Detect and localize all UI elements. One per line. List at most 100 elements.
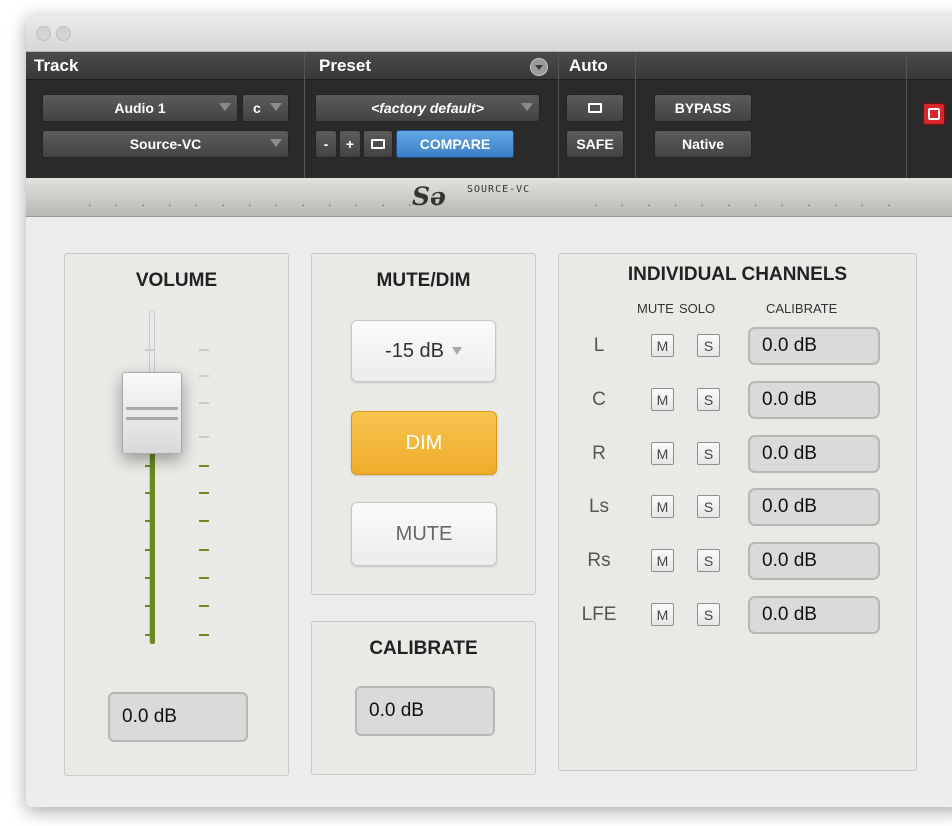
channel-label: L: [593, 335, 605, 356]
calibrate-value: 0.0 dB: [369, 700, 424, 721]
fader-tick: [199, 520, 209, 522]
volume-title: VOLUME: [135, 270, 218, 291]
minus-label: -: [323, 136, 329, 152]
bypass-column: BYPASS Native: [636, 52, 907, 178]
channel-mute-button[interactable]: M: [651, 549, 674, 572]
brand-dots-right: . . . . . . . . . . . .: [594, 195, 901, 209]
channel-solo-button[interactable]: S: [697, 388, 720, 411]
solo-column-header: SOLO: [679, 301, 716, 316]
fader-tick: [145, 349, 155, 351]
close-button[interactable]: [36, 26, 51, 41]
channel-mute-button[interactable]: M: [651, 388, 674, 411]
preset-label: Preset: [305, 52, 558, 80]
preset-menu-icon[interactable]: [530, 58, 548, 76]
brand-name: SOURCE-VC: [467, 184, 531, 195]
safe-button[interactable]: SAFE: [566, 130, 624, 158]
calibrate-title: CALIBRATE: [369, 638, 478, 659]
brand-logo: Sə: [412, 182, 446, 211]
title-bar: [26, 15, 952, 52]
fader-tick: [145, 549, 155, 551]
channel-solo-button[interactable]: S: [697, 334, 720, 357]
native-label: Native: [681, 136, 725, 152]
calibrate-column-header: CALIBRATE: [766, 301, 838, 316]
bypass-indicator-icon[interactable]: [923, 103, 945, 125]
fader-tick: [199, 436, 209, 438]
automation-button[interactable]: [566, 94, 624, 122]
fader-tick: [145, 520, 155, 522]
channel-calibrate-value: 0.0 dB: [762, 335, 817, 356]
auto-column: Auto SAFE: [559, 52, 636, 178]
channel-label: Ls: [588, 496, 610, 517]
volume-value-field[interactable]: 0.0 dB: [108, 692, 248, 742]
fader-tick: [199, 465, 209, 467]
channel-calibrate-field[interactable]: 0.0 dB: [748, 381, 880, 419]
volume-fader-knob[interactable]: [122, 372, 182, 454]
compare-button[interactable]: COMPARE: [396, 130, 514, 158]
channel-calibrate-field[interactable]: 0.0 dB: [748, 488, 880, 526]
channel-solo-button[interactable]: S: [697, 603, 720, 626]
mute-label: MUTE: [395, 522, 453, 545]
safe-label: SAFE: [576, 136, 614, 152]
mute-dim-title: MUTE/DIM: [376, 270, 471, 291]
individual-channels-title: INDIVIDUAL CHANNELS: [627, 264, 848, 285]
channel-mute-button[interactable]: M: [651, 334, 674, 357]
brand-dots-left: . . . . . . . . . . . . . .: [88, 195, 449, 209]
channel-calibrate-field[interactable]: 0.0 dB: [748, 327, 880, 365]
copy-icon: [371, 139, 385, 149]
channel-calibrate-field[interactable]: 0.0 dB: [748, 542, 880, 580]
plugin-header: Track Audio 1 c Source-VC Preset <factor…: [26, 52, 952, 178]
channel-calibrate-field[interactable]: 0.0 dB: [748, 435, 880, 473]
bypass-label: BYPASS: [674, 100, 732, 116]
next-preset-button[interactable]: +: [339, 130, 361, 158]
bypass-column-header: [636, 52, 906, 80]
plugin-select[interactable]: Source-VC: [42, 130, 289, 158]
fader-tick: [199, 375, 209, 377]
channel-mute-button[interactable]: M: [651, 603, 674, 626]
volume-fader-level: [150, 441, 155, 644]
track-select[interactable]: Audio 1: [42, 94, 238, 122]
chevron-down-icon: [270, 139, 282, 147]
preset-select[interactable]: <factory default>: [315, 94, 540, 122]
channel-calibrate-value: 0.0 dB: [762, 550, 817, 571]
channel-solo-button[interactable]: S: [697, 495, 720, 518]
channel-label: C: [592, 389, 606, 410]
volume-value: 0.0 dB: [122, 706, 177, 727]
track-label: Track: [26, 52, 304, 80]
channel-label: R: [592, 443, 606, 464]
mute-button[interactable]: MUTE: [351, 502, 497, 566]
fader-tick: [199, 634, 209, 636]
channel-solo-button[interactable]: S: [697, 442, 720, 465]
fader-tick: [145, 577, 155, 579]
channel-mute-button[interactable]: M: [651, 495, 674, 518]
mute-column-header: MUTE: [637, 301, 674, 316]
channel-calibrate-value: 0.0 dB: [762, 604, 817, 625]
chevron-down-icon: [521, 103, 533, 111]
channel-mute-button[interactable]: M: [651, 442, 674, 465]
fader-tick: [145, 492, 155, 494]
plus-label: +: [345, 136, 355, 152]
chevron-down-icon: [451, 347, 462, 355]
track-name: Audio 1: [114, 100, 166, 116]
fader-tick: [199, 492, 209, 494]
fader-tick: [145, 634, 155, 636]
compare-label: COMPARE: [419, 136, 491, 152]
dim-button[interactable]: DIM: [351, 411, 497, 475]
channel-solo-button[interactable]: S: [697, 549, 720, 572]
preset-column: Preset <factory default> - + COMPARE: [305, 52, 559, 178]
channel-select[interactable]: c: [242, 94, 289, 122]
channel-mode: c: [253, 100, 261, 116]
track-column: Track Audio 1 c Source-VC: [26, 52, 305, 178]
previous-preset-button[interactable]: -: [315, 130, 337, 158]
preset-name: <factory default>: [371, 100, 484, 116]
calibrate-value-field[interactable]: 0.0 dB: [355, 686, 495, 736]
chevron-down-icon: [219, 103, 231, 111]
channel-calibrate-field[interactable]: 0.0 dB: [748, 596, 880, 634]
channel-calibrate-value: 0.0 dB: [762, 443, 817, 464]
plugin-name: Source-VC: [129, 136, 202, 152]
copy-settings-button[interactable]: [363, 130, 393, 158]
brand-bar: . . . . . . . . . . . . . . Sə SOURCE-VC…: [26, 178, 952, 217]
channel-calibrate-value: 0.0 dB: [762, 496, 817, 517]
dim-amount-dropdown[interactable]: -15 dB: [351, 320, 496, 382]
bypass-button[interactable]: BYPASS: [654, 94, 752, 122]
minimize-button[interactable]: [56, 26, 71, 41]
